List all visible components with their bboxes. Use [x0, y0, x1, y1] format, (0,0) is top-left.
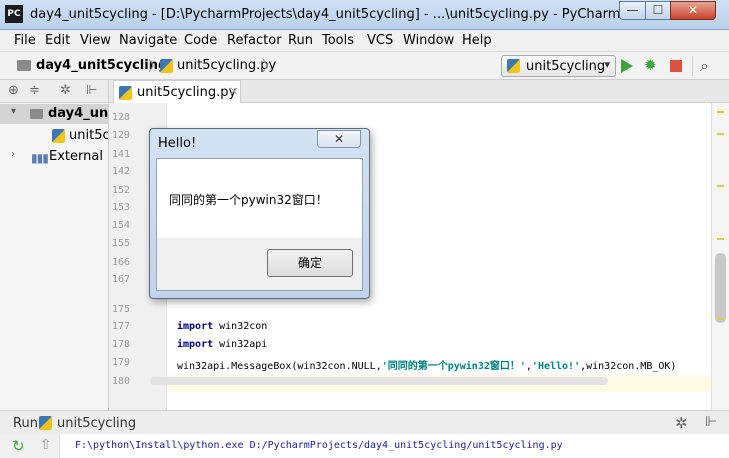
- menu-refactor[interactable]: Refactor: [227, 33, 282, 48]
- tree-item-external-libraries[interactable]: › ▮▮▮ External Libraries: [0, 147, 108, 167]
- editor-tab-bar: unit5cycling.py ×: [109, 80, 729, 103]
- up-arrow-icon[interactable]: ⇧: [40, 437, 52, 453]
- python-file-icon: [160, 59, 173, 73]
- close-tab-icon[interactable]: ×: [229, 84, 239, 98]
- menu-run[interactable]: Run: [288, 33, 313, 48]
- menu-view[interactable]: View: [80, 33, 111, 48]
- dialog-close-button[interactable]: ✕: [317, 130, 361, 148]
- folder-icon: [17, 60, 31, 71]
- line-number: 152: [111, 185, 130, 196]
- menu-vcs[interactable]: VCS: [367, 33, 393, 48]
- window-title: day4_unit5cycling - [D:\PycharmProjects\…: [30, 7, 700, 22]
- minimize-button[interactable]: —: [619, 1, 646, 20]
- line-number: 129: [111, 130, 130, 141]
- python-file-icon: [39, 416, 52, 430]
- project-toolbar: ⊕ ≑ ✲ ⊩: [0, 80, 109, 103]
- line-number: 141: [111, 149, 130, 160]
- line-number: 153: [111, 202, 130, 213]
- tree-item-project[interactable]: ▾ day4_unit5cycling: [0, 104, 108, 124]
- line-number: 177: [111, 321, 130, 332]
- run-config-name: unit5cycling: [57, 416, 137, 431]
- vertical-scrollbar[interactable]: [711, 103, 729, 410]
- ok-button[interactable]: 确定: [267, 249, 353, 277]
- hide-panel-icon[interactable]: ⊩: [705, 414, 717, 430]
- warning-marker: [717, 185, 724, 187]
- library-icon: ▮▮▮: [31, 151, 49, 165]
- run-icon[interactable]: [621, 59, 633, 73]
- line-number: 167: [111, 274, 130, 285]
- line-number: 180: [111, 376, 130, 387]
- navigation-bar: day4_unit5cycling 〉 unit5cycling.py 〉 un…: [0, 52, 729, 80]
- gear-icon[interactable]: ✲: [60, 83, 71, 98]
- line-number: 128: [111, 112, 130, 123]
- dialog-message: 同同的第一个pywin32窗口！: [169, 193, 328, 207]
- line-number: 179: [111, 357, 130, 368]
- maximize-button[interactable]: ☐: [645, 1, 671, 20]
- menu-bar: File Edit View Navigate Code Refactor Ru…: [0, 30, 729, 52]
- line-number: 166: [111, 257, 130, 268]
- menu-file[interactable]: File: [14, 33, 36, 48]
- editor-tab[interactable]: unit5cycling.py ×: [113, 80, 241, 103]
- python-file-icon: [507, 59, 520, 73]
- folder-icon: [30, 109, 43, 119]
- dialog-message-area: 同同的第一个pywin32窗口！: [156, 158, 363, 238]
- line-number: 154: [111, 220, 130, 231]
- tree-item-file[interactable]: unit5cycling.py: [0, 126, 108, 146]
- toolbar-divider: [692, 56, 693, 76]
- debug-icon[interactable]: ✹: [644, 57, 657, 73]
- search-icon[interactable]: ⌕: [700, 56, 709, 76]
- stop-icon[interactable]: [670, 60, 682, 72]
- console-command: F:\python\Install\python.exe D:/PycharmP…: [75, 440, 563, 451]
- pycharm-app-icon: PC: [5, 5, 23, 23]
- rerun-icon[interactable]: ↻: [12, 437, 25, 455]
- line-number: 155: [111, 238, 130, 249]
- gear-icon[interactable]: ✲: [675, 414, 688, 432]
- menu-code[interactable]: Code: [184, 33, 217, 48]
- project-panel: ▾ day4_unit5cycling unit5cycling.py › ▮▮…: [0, 103, 109, 410]
- code-line-178: import win32api: [177, 339, 268, 350]
- editor-tab-label: unit5cycling.py: [137, 85, 237, 100]
- warning-marker: [717, 133, 724, 135]
- run-panel-label: Run: [13, 416, 38, 431]
- line-number: 142: [111, 166, 130, 177]
- menu-edit[interactable]: Edit: [45, 33, 70, 48]
- dialog-title: Hello!: [158, 136, 197, 151]
- run-configuration-dropdown[interactable]: unit5cycling ▾: [501, 55, 616, 77]
- warning-marker: [717, 318, 724, 320]
- line-number: 178: [111, 339, 130, 350]
- warning-marker: [717, 111, 724, 113]
- run-configuration-label: unit5cycling: [526, 59, 606, 74]
- run-console[interactable]: ↻ ⇧ F:\python\Install\python.exe D:/Pych…: [0, 434, 729, 458]
- menu-navigate[interactable]: Navigate: [119, 33, 177, 48]
- menu-tools[interactable]: Tools: [322, 33, 354, 48]
- close-window-button[interactable]: ✕: [670, 1, 716, 20]
- expand-arrow-icon[interactable]: ▾: [11, 106, 16, 117]
- code-line-179: win32api.MessageBox(win32con.NULL,'同同的第一…: [177, 361, 677, 372]
- code-line-177: import win32con: [177, 321, 268, 332]
- horizontal-scrollbar[interactable]: [150, 377, 608, 385]
- breadcrumb-separator: 〉: [262, 59, 276, 75]
- expand-arrow-icon[interactable]: ›: [11, 149, 15, 160]
- title-bar: PC day4_unit5cycling - [D:\PycharmProjec…: [0, 0, 729, 30]
- scroll-from-source-icon[interactable]: ⊕: [8, 83, 19, 98]
- message-box-dialog: Hello! ✕ 同同的第一个pywin32窗口！ 确定: [149, 128, 370, 299]
- menu-help[interactable]: Help: [462, 33, 492, 48]
- run-tool-window-header: Run unit5cycling ✲ ⊩: [0, 410, 729, 434]
- python-file-icon: [119, 86, 132, 100]
- line-number: 175: [111, 304, 130, 315]
- hide-panel-icon[interactable]: ⊩: [86, 83, 97, 98]
- collapse-all-icon[interactable]: ≑: [29, 83, 40, 98]
- chevron-down-icon: ▾: [604, 58, 610, 71]
- menu-window[interactable]: Window: [403, 33, 454, 48]
- scrollbar-thumb[interactable]: [715, 253, 726, 323]
- python-file-icon: [52, 129, 65, 143]
- warning-marker: [717, 238, 724, 240]
